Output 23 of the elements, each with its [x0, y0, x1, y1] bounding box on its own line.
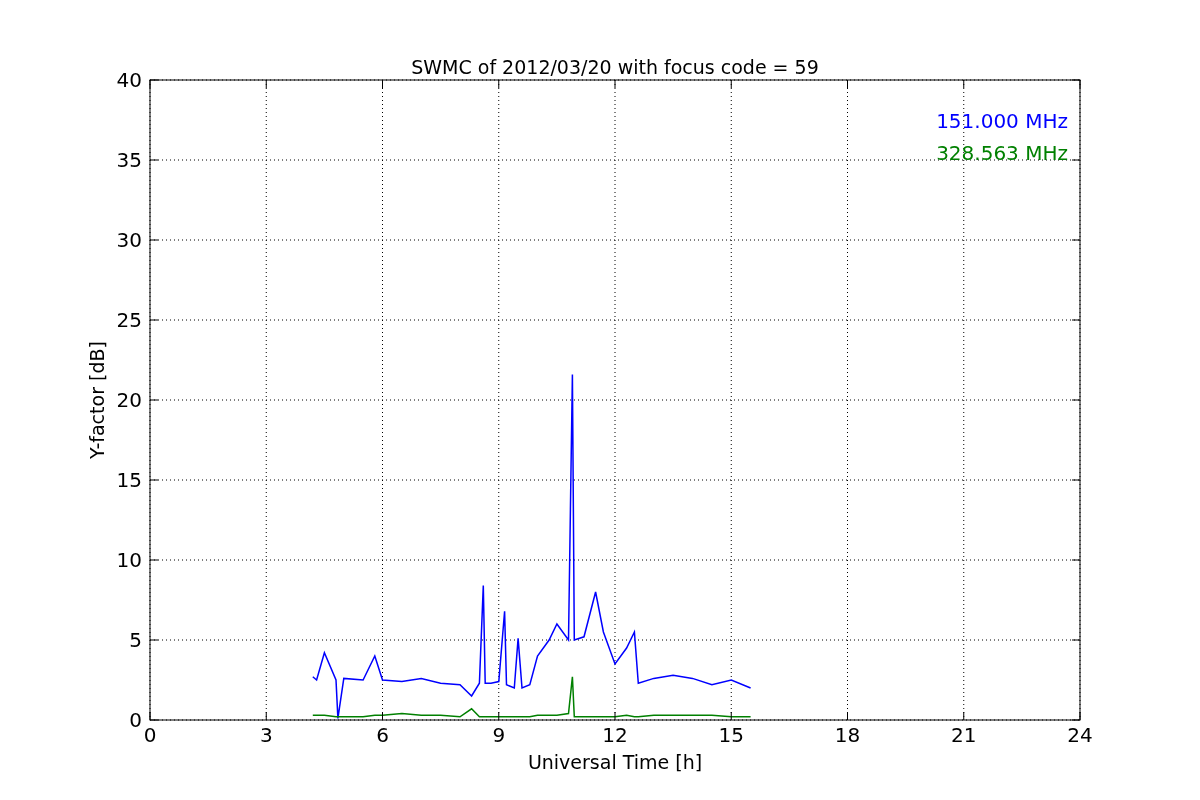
x-tick-label: 12 — [602, 723, 628, 747]
x-tick-label: 24 — [1067, 723, 1093, 747]
y-tick-label: 20 — [116, 388, 142, 412]
y-tick-label: 5 — [129, 628, 142, 652]
x-axis-label: Universal Time [h] — [527, 751, 703, 773]
legend-label: 328.563 MHz — [936, 141, 1068, 165]
x-tick-label: 21 — [951, 723, 977, 747]
x-tick-label: 9 — [492, 723, 506, 747]
x-tick-label: 6 — [376, 723, 389, 747]
x-tick-label: 3 — [259, 723, 273, 747]
x-tick-label: 18 — [834, 723, 861, 747]
legend-label: 151.000 MHz — [936, 109, 1068, 133]
y-tick-label: 35 — [116, 148, 142, 172]
y-axis-label: Y-factor [dB] — [86, 341, 108, 459]
y-tick-label: 40 — [116, 68, 142, 92]
x-tick-label: 15 — [718, 723, 744, 747]
y-tick-label: 10 — [116, 548, 142, 572]
y-tick-label: 30 — [116, 228, 142, 252]
chart-title: SWMC of 2012/03/20 with focus code = 59 — [411, 56, 819, 78]
y-tick-label: 0 — [129, 708, 142, 732]
y-tick-label: 15 — [116, 468, 142, 492]
y-tick-label: 25 — [116, 308, 142, 332]
x-tick-label: 0 — [143, 723, 157, 747]
